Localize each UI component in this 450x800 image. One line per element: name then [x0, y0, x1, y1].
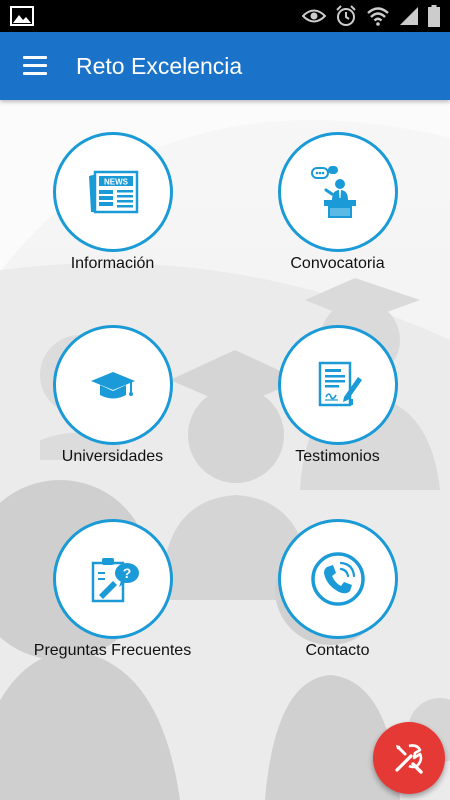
tile-preguntas-frecuentes[interactable]: ? Preguntas Frecuentes	[0, 487, 225, 677]
tile-circle	[53, 325, 173, 445]
alarm-icon	[336, 5, 356, 26]
tile-testimonios[interactable]: Testimonios	[225, 293, 450, 483]
clipboard-question-icon: ?	[91, 558, 139, 603]
battery-icon	[428, 5, 440, 27]
tile-label: Testimonios	[295, 448, 380, 465]
status-bar	[0, 0, 450, 32]
graduation-cap-icon	[91, 372, 135, 399]
document-pen-icon	[318, 361, 362, 407]
tile-convocatoria[interactable]: Convocatoria	[225, 100, 450, 290]
image-icon	[10, 6, 34, 26]
tile-circle: NEWS	[53, 132, 173, 252]
tile-contacto[interactable]: Contacto	[225, 487, 450, 677]
svg-text:NEWS: NEWS	[104, 178, 129, 187]
tools-fab-button[interactable]	[373, 722, 445, 794]
speaker-podium-icon	[311, 166, 356, 218]
tile-label: Convocatoria	[290, 255, 385, 272]
tile-label: Preguntas Frecuentes	[33, 642, 192, 659]
tile-informacion[interactable]: NEWS Información	[0, 100, 225, 290]
signal-icon	[400, 7, 418, 25]
tile-circle	[278, 519, 398, 639]
newspaper-icon: NEWS	[89, 170, 139, 214]
svg-text:?: ?	[123, 565, 132, 581]
tile-circle: ?	[53, 519, 173, 639]
tools-icon	[395, 744, 423, 774]
phone-icon	[311, 552, 365, 606]
tile-universidades[interactable]: Universidades	[0, 293, 225, 483]
wifi-icon	[367, 7, 389, 26]
tile-label: Universidades	[61, 448, 164, 465]
eye-icon	[302, 9, 326, 23]
tile-circle	[278, 325, 398, 445]
app-title: Reto Excelencia	[76, 53, 243, 79]
tile-label: Información	[70, 255, 155, 272]
hamburger-menu-icon[interactable]	[12, 44, 56, 88]
app-bar: Reto Excelencia	[0, 32, 450, 100]
tile-label: Contacto	[305, 642, 370, 659]
tile-circle	[278, 132, 398, 252]
